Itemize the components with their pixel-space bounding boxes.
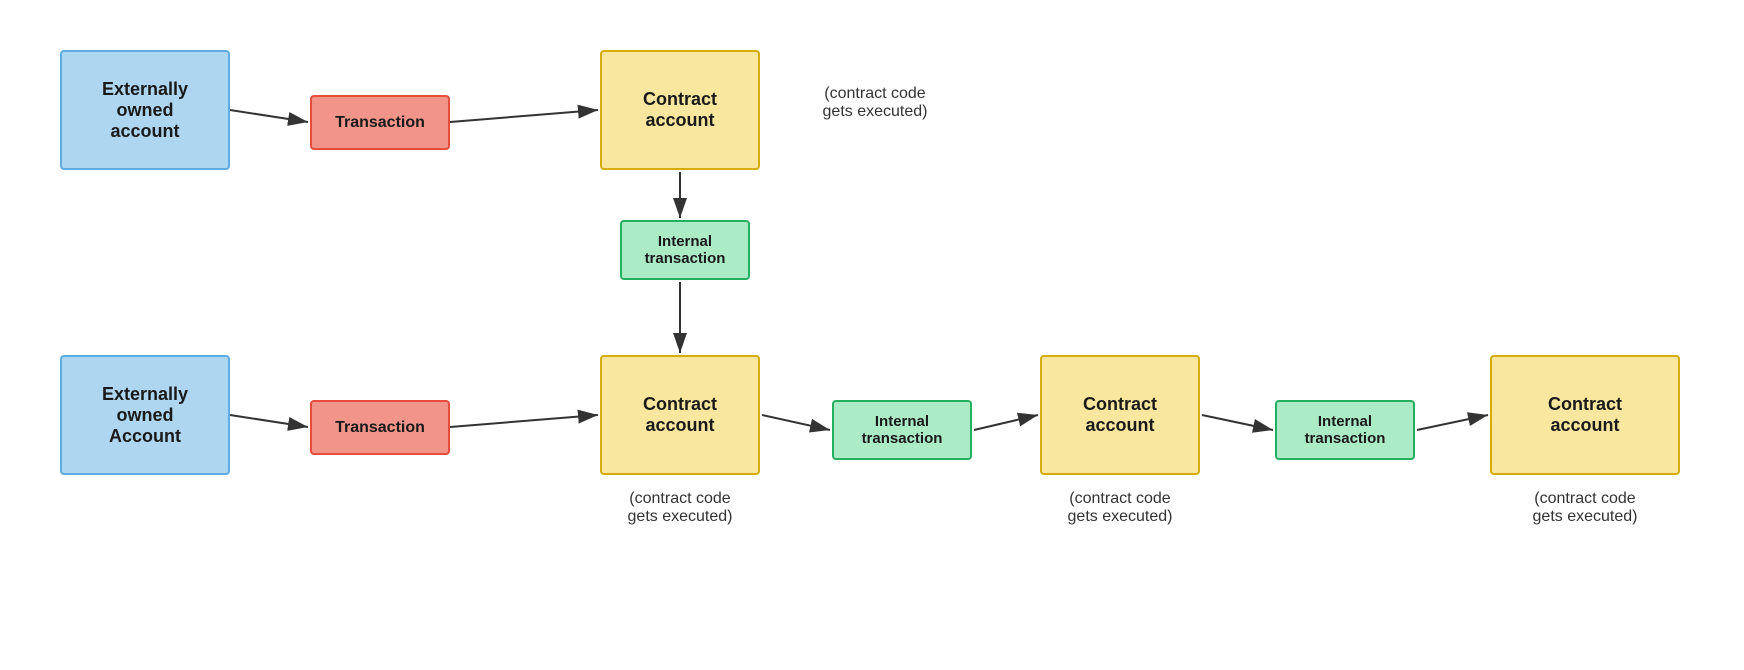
contract-account-row1-box: Contractaccount [600, 50, 760, 170]
contract-account-row2b-box: Contractaccount [1040, 355, 1200, 475]
eoa-row1-box: Externallyownedaccount [60, 50, 230, 170]
internal-tx-vertical-label: Internaltransaction [645, 233, 726, 267]
eoa-row2-label: ExternallyownedAccount [102, 384, 188, 447]
contract-account-row2c-box: Contractaccount [1490, 355, 1680, 475]
diagram: Externallyownedaccount Transaction Contr… [0, 0, 1744, 670]
contract-code-note-row1: (contract codegets executed) [775, 85, 975, 121]
contract-account-row2-label: Contractaccount [643, 394, 717, 436]
contract-account-row2c-label: Contractaccount [1548, 394, 1622, 436]
internal-tx3-box: Internaltransaction [1275, 400, 1415, 460]
eoa-row2-box: ExternallyownedAccount [60, 355, 230, 475]
transaction-row1-box: Transaction [310, 95, 450, 150]
contract-account-row1-label: Contractaccount [643, 89, 717, 131]
transaction-row2-box: Transaction [310, 400, 450, 455]
contract-account-row2-box: Contractaccount [600, 355, 760, 475]
contract-code-note-row2b: (contract codegets executed) [1020, 490, 1220, 526]
contract-account-row2b-label: Contractaccount [1083, 394, 1157, 436]
contract-code-note-row2: (contract codegets executed) [580, 490, 780, 526]
internal-tx-vertical-box: Internaltransaction [620, 220, 750, 280]
internal-tx3-label: Internaltransaction [1305, 413, 1386, 447]
internal-tx2-label: Internaltransaction [862, 413, 943, 447]
transaction-row2-label: Transaction [335, 419, 425, 437]
transaction-row1-label: Transaction [335, 114, 425, 132]
eoa-row1-label: Externallyownedaccount [102, 79, 188, 142]
internal-tx2-box: Internaltransaction [832, 400, 972, 460]
contract-code-note-row2c: (contract codegets executed) [1470, 490, 1700, 526]
